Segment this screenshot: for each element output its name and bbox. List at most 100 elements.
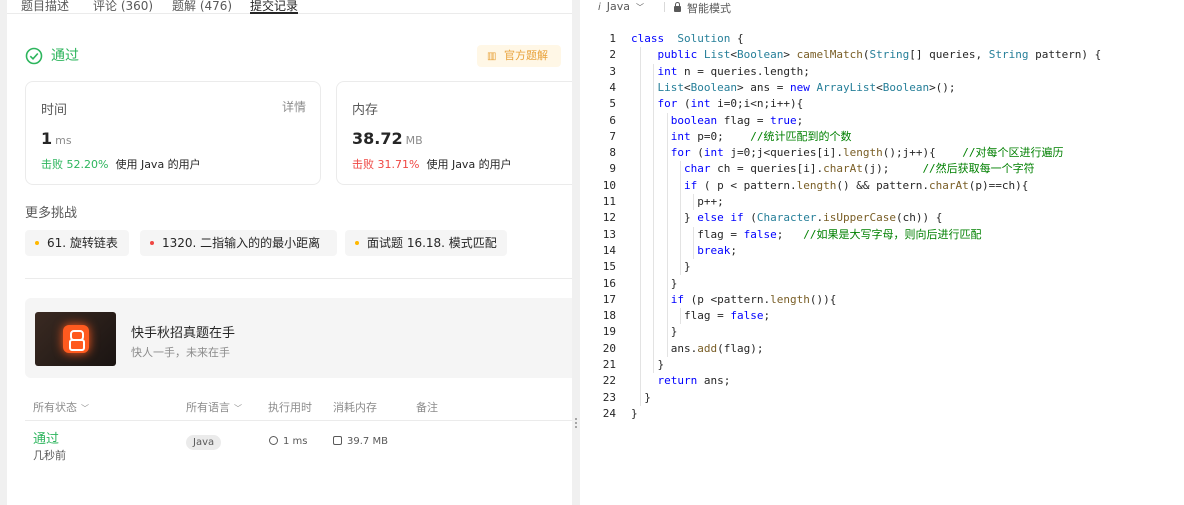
memory-card[interactable]: 内存 38.72 MB 击败 31.71% 使用 Java 的用户 <box>336 81 572 185</box>
code-line[interactable]: class Solution { <box>631 31 744 47</box>
line-number: 16 <box>602 276 616 290</box>
result-header: 通过 ▥ 官方题解 <box>25 44 565 68</box>
memory-label: 内存 <box>352 103 379 118</box>
code-line[interactable]: if ( p < pattern.length() && pattern.cha… <box>631 178 1028 194</box>
divider <box>25 278 572 279</box>
line-number: 15 <box>602 260 616 274</box>
line-number: 10 <box>602 178 616 192</box>
code-line[interactable]: int n = queries.length; <box>631 64 810 80</box>
submission-memory: 39.7 MB <box>333 436 388 447</box>
code-line[interactable]: List<Boolean> ans = new ArrayList<Boolea… <box>631 80 956 96</box>
clock-icon <box>269 436 278 445</box>
line-number: 19 <box>602 325 616 339</box>
indent-guide <box>666 112 668 357</box>
runtime-value: 1 ms <box>41 129 72 148</box>
chevron-down-icon: ﹀ <box>81 404 89 413</box>
official-solution-label: 官方题解 <box>504 49 548 62</box>
memory-unit: MB <box>405 134 423 147</box>
code-line[interactable]: for (int i=0;i<n;i++){ <box>631 96 804 112</box>
memory-value: 38.72 MB <box>352 129 423 148</box>
difficulty-dot <box>150 241 154 245</box>
code-line[interactable]: public List<Boolean> camelMatch(String[]… <box>631 47 1102 63</box>
column-note: 备注 <box>416 401 438 414</box>
chevron-down-icon: ﹀ <box>234 404 242 413</box>
line-number: 24 <box>602 406 616 420</box>
challenge-chip[interactable]: 面试题 16.18. 模式匹配 <box>345 230 507 256</box>
column-memory: 消耗内存 <box>333 401 377 414</box>
runtime-card[interactable]: 时间 详情 1 ms 击败 52.20% 使用 Java 的用户 <box>25 81 321 185</box>
line-number: 11 <box>602 195 616 208</box>
banner-image <box>35 312 116 366</box>
code-line[interactable]: } <box>631 406 638 422</box>
line-number: 22 <box>602 374 616 388</box>
code-line[interactable]: char ch = queries[i].charAt(j); //然后获取每一… <box>631 161 1035 177</box>
line-number: 20 <box>602 341 616 355</box>
official-solution-button[interactable]: ▥ 官方题解 <box>477 45 561 67</box>
code-line[interactable]: p++; <box>631 194 724 210</box>
smart-mode-toggle[interactable]: 智能模式 <box>674 0 731 16</box>
code-line[interactable]: flag = false; <box>631 308 770 324</box>
line-number: 9 <box>609 162 616 176</box>
lock-icon <box>674 2 681 12</box>
indent-guide <box>679 161 681 276</box>
banner-title: 快手秋招真题在手 <box>131 326 236 341</box>
banner-subtitle: 快人一手，未来在手 <box>131 346 230 359</box>
check-circle-icon <box>25 47 43 65</box>
code-line[interactable]: return ans; <box>631 373 731 389</box>
line-number: 17 <box>602 292 616 306</box>
promo-banner[interactable]: 快手秋招真题在手 快人一手，未来在手 <box>25 298 572 378</box>
app-root: 题目描述 评论 (360) 题解 (476) 提交记录 通过 ▥ 官方题解 时间 … <box>0 0 1184 505</box>
editor-toolbar: i Java ﹀ 智能模式 <box>580 0 1184 16</box>
line-number: 21 <box>602 358 616 371</box>
line-number: 13 <box>602 227 616 241</box>
line-number: 7 <box>609 129 616 143</box>
line-number: 1 <box>609 32 616 45</box>
indent-guide <box>679 308 681 325</box>
info-icon: i <box>598 2 601 13</box>
challenge-chip[interactable]: 1320. 二指输入的的最小距离 <box>140 230 337 256</box>
line-number: 18 <box>602 309 616 323</box>
code-line[interactable]: int p=0; //统计匹配到的个数 <box>631 129 852 145</box>
filter-status-dropdown[interactable]: 所有状态 ﹀ <box>33 399 89 415</box>
left-panel: 题目描述 评论 (360) 题解 (476) 提交记录 通过 ▥ 官方题解 时间 … <box>7 0 572 505</box>
difficulty-dot <box>355 241 359 245</box>
tab-comments[interactable]: 评论 (360) <box>93 0 153 13</box>
line-number: 14 <box>602 243 616 257</box>
tab-solutions[interactable]: 题解 (476) <box>172 0 232 13</box>
tab-bar: 题目描述 评论 (360) 题解 (476) 提交记录 <box>7 0 572 14</box>
code-line[interactable]: for (int j=0;j<queries[i].length();j++){… <box>631 145 1064 161</box>
code-line[interactable]: ans.add(flag); <box>631 341 764 357</box>
code-line[interactable]: } else if (Character.isUpperCase(ch)) { <box>631 210 942 226</box>
submission-time: 几秒前 <box>33 449 66 462</box>
kuaishou-logo-icon <box>63 325 89 353</box>
line-number: 5 <box>609 97 616 111</box>
line-number: 6 <box>609 113 616 127</box>
submission-runtime: 1 ms <box>269 436 308 447</box>
submission-status-link[interactable]: 通过 <box>33 428 59 447</box>
table-divider <box>25 420 572 421</box>
more-challenges-title: 更多挑战 <box>25 206 78 221</box>
code-line[interactable]: flag = false; //如果是大写字母，则向后进行匹配 <box>631 227 981 243</box>
code-line[interactable]: boolean flag = true; <box>631 113 803 129</box>
code-line[interactable]: break; <box>631 243 737 259</box>
chevron-down-icon: ﹀ <box>636 3 645 12</box>
chip-icon <box>333 436 342 445</box>
language-selector[interactable]: i Java ﹀ <box>598 0 644 13</box>
runtime-unit: ms <box>55 134 72 147</box>
language-badge: Java <box>186 435 222 450</box>
indent-guide <box>653 63 655 374</box>
line-number: 12 <box>602 211 616 225</box>
code-line[interactable]: } <box>631 357 664 373</box>
column-runtime: 执行用时 <box>268 401 312 414</box>
filter-language-dropdown[interactable]: 所有语言 ﹀ <box>186 399 242 415</box>
challenge-chip[interactable]: 61. 旋转链表 <box>25 230 129 256</box>
line-number: 3 <box>609 64 616 78</box>
code-editor-panel: i Java ﹀ 智能模式 1 class Solution { 2 public Li… <box>580 0 1184 505</box>
line-number: 2 <box>609 48 616 62</box>
toolbar-divider <box>664 2 665 12</box>
tab-description[interactable]: 题目描述 <box>21 0 69 13</box>
panel-resize-handle[interactable] <box>575 418 577 432</box>
memory-beat: 击败 31.71% 使用 Java 的用户 <box>352 158 512 171</box>
code-line[interactable]: if (p <pattern.length()){ <box>631 292 837 308</box>
runtime-detail-link[interactable]: 详情 <box>282 98 306 115</box>
